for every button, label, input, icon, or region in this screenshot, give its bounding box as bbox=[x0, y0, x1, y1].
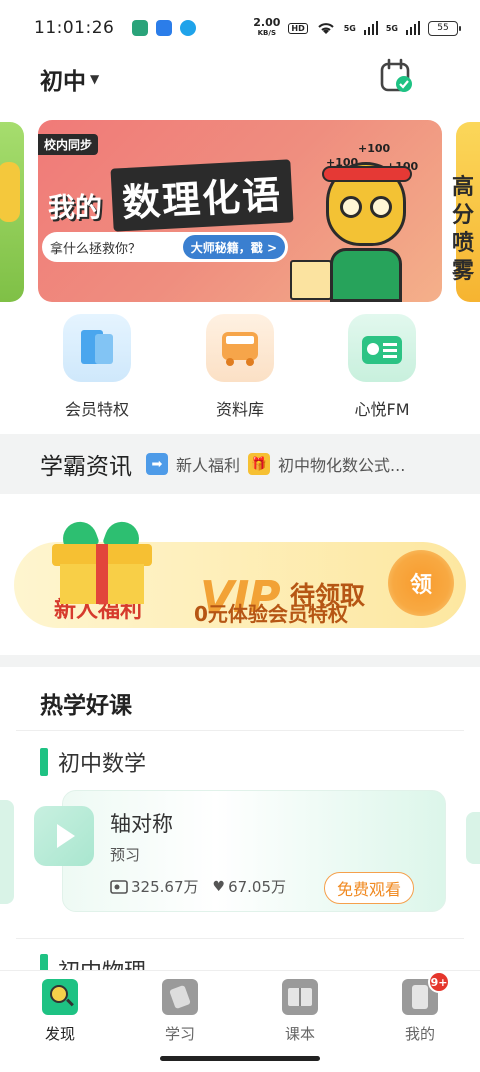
banner-pill-text: 拿什么拯救你？ bbox=[50, 241, 142, 257]
study-icon bbox=[162, 979, 198, 1015]
plus-score-label: +100 bbox=[358, 142, 391, 155]
mascot-book bbox=[290, 260, 332, 300]
news-ticker[interactable]: ➡ 新人福利 🎁 初中物化数公式... bbox=[146, 452, 414, 476]
status-bar: 11:01:26 2.00 KB/S HD 5G 5G 55 bbox=[0, 0, 480, 56]
tab-textbook[interactable]: 课本 bbox=[260, 979, 340, 1044]
views-stat: 325.67万 bbox=[110, 876, 199, 897]
tab-label: 发现 bbox=[44, 1025, 75, 1043]
section-gap bbox=[0, 655, 480, 667]
battery-icon: 55 bbox=[428, 20, 461, 36]
free-watch-button[interactable]: 免费观看 bbox=[324, 872, 414, 904]
network-speed: 2.00 KB/S bbox=[253, 17, 280, 38]
mascot-headband bbox=[322, 166, 412, 182]
app-notification-icon bbox=[132, 20, 149, 36]
course-subtitle: 预习 bbox=[110, 846, 141, 864]
likes-count: 67.05万 bbox=[228, 878, 287, 896]
course-next-peek[interactable] bbox=[466, 812, 480, 864]
status-right-icons: 2.00 KB/S HD 5G 5G 55 bbox=[253, 17, 461, 38]
gift-icon: 🎁 bbox=[248, 453, 271, 475]
course-title: 轴对称 bbox=[110, 812, 173, 836]
quick-link-label: 资料库 bbox=[215, 400, 264, 419]
banner-carousel[interactable]: 校内同步 我的 数理化语 拿什么拯救你？ 大师秘籍，戳 > +100 +100 … bbox=[0, 120, 480, 304]
divider bbox=[16, 730, 464, 731]
section-name: 初中数学 bbox=[58, 752, 147, 777]
banner-title-big: 数理化语 bbox=[110, 159, 294, 232]
signal-icon bbox=[406, 21, 420, 35]
section-accent-bar bbox=[40, 748, 48, 776]
banner-next-peek[interactable]: 高分喷雾 bbox=[452, 122, 480, 302]
quick-link-fm[interactable]: 心悦FM bbox=[332, 314, 432, 420]
banner-slide[interactable]: 校内同步 我的 数理化语 拿什么拯救你？ 大师秘籍，戳 > +100 +100 … bbox=[38, 120, 442, 302]
bus-icon bbox=[206, 314, 274, 382]
signal-5g-label-1: 5G bbox=[343, 23, 356, 33]
video-icon bbox=[110, 879, 128, 894]
tab-label: 学习 bbox=[164, 1025, 195, 1043]
mascot-glasses bbox=[370, 196, 392, 218]
header: 初中 ▼ bbox=[0, 56, 480, 100]
claim-button[interactable]: 领 bbox=[388, 550, 454, 616]
tab-study[interactable]: 学习 bbox=[140, 979, 220, 1044]
vip-subtitle: 0元体验会员特权 bbox=[194, 602, 348, 626]
mascot-body bbox=[330, 248, 402, 302]
tab-label: 课本 bbox=[284, 1025, 315, 1043]
section-header-math: 初中数学 bbox=[40, 746, 146, 778]
quick-links: 会员特权 资料库 心悦FM bbox=[0, 314, 480, 424]
news-strip[interactable]: 学霸资讯 ➡ 新人福利 🎁 初中物化数公式... bbox=[0, 434, 480, 494]
news-title: 学霸资讯 bbox=[40, 454, 132, 480]
banner-pill[interactable]: 拿什么拯救你？ 大师秘籍，戳 > bbox=[42, 232, 288, 262]
mascot-glasses bbox=[340, 196, 362, 218]
heart-icon: ♥ bbox=[212, 878, 226, 895]
grade-label: 初中 bbox=[40, 69, 86, 95]
notification-icons bbox=[132, 20, 197, 36]
qq-notification-icon bbox=[180, 20, 197, 36]
hot-courses-title: 热学好课 bbox=[40, 693, 132, 719]
banner-prev-peek[interactable] bbox=[0, 122, 24, 302]
bottom-nav: 发现 学习 课本 9+ 我的 bbox=[0, 970, 480, 1050]
status-time: 11:01:26 bbox=[34, 18, 115, 38]
home-indicator[interactable] bbox=[160, 1056, 320, 1061]
tab-discover[interactable]: 发现 bbox=[20, 979, 100, 1044]
gift-box-icon bbox=[52, 517, 152, 620]
notification-badge: 9+ bbox=[428, 971, 450, 993]
caret-down-icon: ▼ bbox=[90, 72, 100, 86]
quick-link-label: 会员特权 bbox=[64, 400, 129, 419]
radio-icon bbox=[348, 314, 416, 382]
quick-link-library[interactable]: 资料库 bbox=[190, 314, 290, 420]
grade-selector[interactable]: 初中 ▼ bbox=[40, 62, 99, 96]
tab-profile[interactable]: 9+ 我的 bbox=[380, 971, 460, 1044]
banner-next-text: 高分喷雾 bbox=[452, 175, 475, 284]
signal-icon bbox=[363, 21, 378, 35]
tab-label: 我的 bbox=[404, 1025, 435, 1043]
textbook-icon bbox=[282, 979, 318, 1015]
video-notification-icon bbox=[156, 20, 173, 36]
course-stats: 325.67万 ♥ 67.05万 bbox=[110, 876, 300, 897]
likes-stat: ♥ 67.05万 bbox=[213, 876, 287, 897]
quick-link-vip[interactable]: 会员特权 bbox=[47, 314, 147, 420]
gift-ribbon bbox=[96, 544, 108, 604]
news-item[interactable]: 新人福利 bbox=[176, 452, 240, 476]
course-prev-peek[interactable] bbox=[0, 800, 14, 904]
news-item[interactable]: 初中物化数公式... bbox=[278, 452, 405, 476]
speed-unit: KB/S bbox=[257, 29, 276, 37]
banner-title-small: 我的 bbox=[48, 193, 102, 224]
views-count: 325.67万 bbox=[131, 878, 199, 896]
vip-promo-banner[interactable]: VIP 待领取 0元体验会员特权 新人福利 领 bbox=[0, 517, 480, 632]
banner-cta-button[interactable]: 大师秘籍，戳 > bbox=[182, 235, 285, 259]
hd-icon: HD bbox=[288, 22, 308, 34]
play-icon[interactable] bbox=[34, 806, 94, 866]
divider bbox=[16, 938, 464, 939]
calendar-check-icon[interactable] bbox=[378, 58, 414, 94]
banner-tag: 校内同步 bbox=[38, 134, 99, 155]
quick-link-label: 心悦FM bbox=[354, 400, 410, 419]
book-icon bbox=[63, 314, 131, 382]
arrow-right-icon: ➡ bbox=[146, 453, 168, 475]
wifi-icon bbox=[318, 23, 334, 34]
signal-5g-label-2: 5G bbox=[385, 23, 398, 33]
discover-icon bbox=[42, 979, 78, 1015]
lion-mascot-illustration bbox=[290, 156, 412, 302]
profile-icon: 9+ bbox=[402, 971, 450, 1015]
